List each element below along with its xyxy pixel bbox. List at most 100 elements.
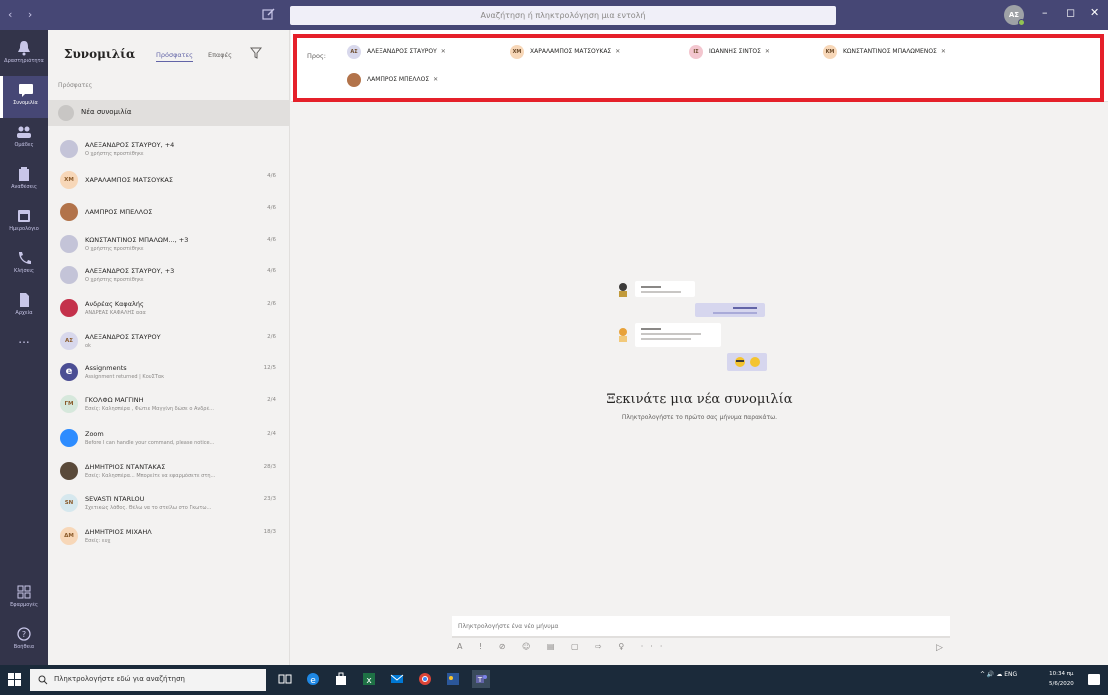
filter-icon[interactable] <box>250 47 262 59</box>
chat-main: Προς: ΑΣ ΑΛΕΞΑΝΔΡΟΣ ΣΤΑΥΡΟΥ ✕ ΧΜ ΧΑΡΑΛΑΜΠΟΣ … <box>291 30 1108 665</box>
rail-activity[interactable]: Δραστηριότητα <box>0 34 48 76</box>
chat-list-item[interactable]: ΑΣ ΑΛΕΞΑΝΔΡΟΣ ΣΤΑΥΡΟΥ ok 2/6 <box>48 326 290 357</box>
teams-taskbar-icon[interactable]: T <box>472 670 490 688</box>
empty-state-subtitle: Πληκτρολογήστε το πρώτο σας μήνυμα παρακ… <box>621 414 778 421</box>
chat-avatar: ΔΜ <box>60 527 78 545</box>
chat-preview: Εσείς: Καλησπέρα... Μπορείτε να εφαρμόσε… <box>85 473 216 479</box>
chat-timestamp: 2/4 <box>267 397 276 403</box>
chat-list-item[interactable]: ΔΗΜΗΤΡΙΟΣ ΝΤΑΝΤΑΚΑΣ Εσείς: Καλησπέρα... Μ… <box>48 456 290 487</box>
maximize-button[interactable]: ◻ <box>1066 6 1075 19</box>
chat-list-item[interactable]: ΔΜ ΔΗΜΗΤΡΙΟΣ ΜΙΧΑΗΛ Εσείς: ευχ 18/3 <box>48 521 290 552</box>
store-icon[interactable] <box>334 672 348 686</box>
chat-name: Assignments <box>85 364 127 372</box>
empty-state-title: Ξεκινάτε μια νέα συνομιλία <box>606 392 793 407</box>
chat-list-item[interactable]: ΓΜ ΓΚΟΛΦΩ ΜΑΓΓΙΝΗ Εσείς: Καλησπέρα , Φώτιε… <box>48 389 290 420</box>
rail-label: Ομάδες <box>14 142 34 148</box>
presence-available-icon <box>1018 19 1025 26</box>
compose-icon[interactable] <box>262 7 276 21</box>
edge-icon[interactable]: e <box>306 672 320 686</box>
chat-avatar: ΓΜ <box>60 395 78 413</box>
task-view-icon[interactable] <box>278 672 292 686</box>
chat-name: SEVASTI NTARLOU <box>85 495 145 503</box>
svg-text:x: x <box>366 676 372 686</box>
rail-label: Συνομιλία <box>13 100 38 106</box>
calendar-icon <box>18 210 30 222</box>
chat-avatar <box>60 203 78 221</box>
rail-calendar[interactable]: Ημερολόγιο <box>0 202 48 244</box>
back-forward-arrows[interactable]: ‹ › <box>8 8 38 21</box>
chat-list-item[interactable]: ΧΜ ΧΑΡΑΛΑΜΠΟΣ ΜΑΤΣΟΥΚΑΣ 4/6 <box>48 165 290 196</box>
tab-contacts[interactable]: Επαφές <box>208 51 232 59</box>
paint-icon[interactable] <box>446 672 460 686</box>
rail-more[interactable]: ... <box>0 330 48 356</box>
chat-list-item[interactable]: ΑΛΕΞΑΝΔΡΟΣ ΣΤΑΥΡΟΥ, +3 Ο χρήστης προστέθη… <box>48 260 290 291</box>
mail-icon[interactable] <box>390 672 404 686</box>
new-chat-row[interactable]: Νέα συνομιλία <box>48 100 290 126</box>
chat-name: ΑΛΕΞΑΝΔΡΟΣ ΣΤΑΥΡΟΥ, +4 <box>85 141 175 149</box>
page-title: Συνομιλία <box>64 47 136 61</box>
composer-toolbar[interactable]: A ! ⊘ ☺ ▤ ▢ ⇨ ♀ ··· <box>457 642 669 656</box>
chat-preview: Σχετικώς λάθος. Θέλω να το στείλω στο Γκ… <box>85 505 212 511</box>
chat-avatar: SN <box>60 494 78 512</box>
rail-help[interactable]: ? Βοήθεια <box>0 620 48 662</box>
bell-icon <box>18 41 30 56</box>
tab-recent[interactable]: Πρόσφατες <box>156 51 193 62</box>
assignments-icon <box>19 167 29 181</box>
system-tray[interactable]: ^ 🔊 ☁ ENG <box>980 671 1017 678</box>
recent-section-label: Πρόσφατες <box>58 82 93 89</box>
close-button[interactable]: ✕ <box>1090 6 1099 19</box>
taskbar-search[interactable]: Πληκτρολογήστε εδώ για αναζήτηση <box>30 669 266 691</box>
excel-icon[interactable]: x <box>362 672 376 686</box>
rail-apps[interactable]: Εφαρμογές <box>0 578 48 620</box>
chat-timestamp: 18/3 <box>263 529 276 535</box>
rail-label: Αρχεία <box>15 310 33 316</box>
rail-files[interactable]: Αρχεία <box>0 286 48 328</box>
chat-icon <box>18 84 33 97</box>
rail-assignments[interactable]: Αναθέσεις <box>0 160 48 202</box>
notification-icon[interactable] <box>1088 674 1100 685</box>
chat-list-item[interactable]: ΛΑΜΠΡΟΣ ΜΠΕΛΛΟΣ 4/6 <box>48 197 290 228</box>
chat-timestamp: 4/6 <box>267 205 276 211</box>
chat-preview: ΑΝΔΡΕΑΣ ΚΑΦΑΛΗΣ ααα <box>85 310 146 316</box>
red-highlight-box <box>293 34 1104 102</box>
rail-label: Αναθέσεις <box>11 184 37 190</box>
clock-time: 10:34 πμ <box>1049 671 1074 677</box>
rail-chat[interactable]: Συνομιλία <box>0 76 48 118</box>
clock-date: 5/6/2020 <box>1049 681 1074 687</box>
chat-list-item[interactable]: Ανδρέας Καφαλής ΑΝΔΡΕΑΣ ΚΑΦΑΛΗΣ ααα 2/6 <box>48 293 290 324</box>
chat-name: Zoom <box>85 430 104 438</box>
chat-name: Ανδρέας Καφαλής <box>85 300 144 308</box>
files-icon <box>20 293 29 307</box>
minimize-button[interactable]: – <box>1042 6 1048 19</box>
windows-taskbar: Πληκτρολογήστε εδώ για αναζήτηση e x T ^… <box>0 665 1108 695</box>
clock[interactable]: 10:34 πμ 5/6/2020 <box>1049 669 1074 689</box>
chat-list-item[interactable]: e Assignments Assignment returned | ΚουΣΤα… <box>48 357 290 388</box>
chrome-icon[interactable] <box>418 672 432 686</box>
teams-icon <box>17 126 31 138</box>
windows-start-icon[interactable] <box>8 673 21 686</box>
rail-teams[interactable]: Ομάδες <box>0 118 48 160</box>
chat-avatar <box>60 429 78 447</box>
chat-list-item[interactable]: ΑΛΕΞΑΝΔΡΟΣ ΣΤΑΥΡΟΥ, +4 Ο χρήστης προστέθη… <box>48 134 290 165</box>
message-composer[interactable] <box>452 616 950 638</box>
chat-avatar: e <box>60 363 78 381</box>
chat-name: ΧΑΡΑΛΑΜΠΟΣ ΜΑΤΣΟΥΚΑΣ <box>85 176 173 184</box>
chat-list-item[interactable]: SN SEVASTI NTARLOU Σχετικώς λάθος. Θέλω να… <box>48 488 290 519</box>
more-icon: ... <box>18 332 30 346</box>
chat-list-item[interactable]: Zoom Before I can handle your command, pl… <box>48 423 290 454</box>
rail-label: Βοήθεια <box>13 644 35 650</box>
message-input[interactable] <box>452 616 950 636</box>
send-button[interactable]: ▷ <box>936 643 943 653</box>
chat-preview: Εσείς: Καλησπέρα , Φώτιε Μαγγίνη δώσε ο … <box>85 406 214 412</box>
phone-icon <box>19 252 31 264</box>
rail-calls[interactable]: Κλήσεις <box>0 244 48 286</box>
new-chat-label: Νέα συνομιλία <box>81 108 132 116</box>
chat-preview: Εσείς: ευχ <box>85 538 111 544</box>
chat-avatar: ΑΣ <box>60 332 78 350</box>
apps-icon <box>17 585 31 599</box>
new-chat-illustration <box>619 281 767 371</box>
chat-name: ΛΑΜΠΡΟΣ ΜΠΕΛΛΟΣ <box>85 208 153 216</box>
chat-avatar: ΧΜ <box>60 171 78 189</box>
chat-list-item[interactable]: ΚΩΝΣΤΑΝΤΙΝΟΣ ΜΠΑΛΩΜ..., +3 Ο χρήστης προσ… <box>48 229 290 260</box>
command-search-box[interactable]: Αναζήτηση ή πληκτρολόγηση μια εντολή <box>290 6 836 25</box>
